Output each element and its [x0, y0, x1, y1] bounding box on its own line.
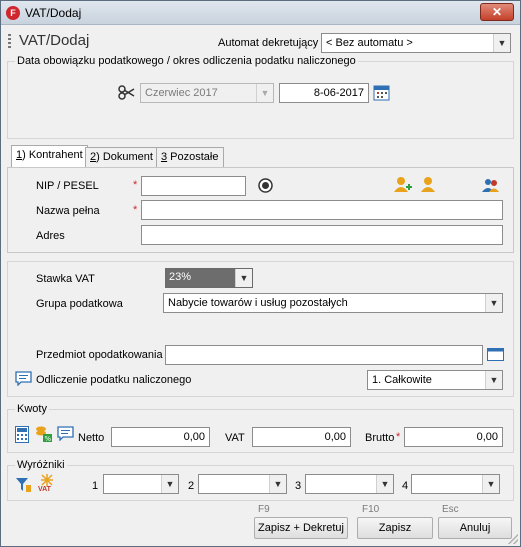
chevron-down-icon[interactable]: ▼ [161, 475, 178, 493]
tab-kontrahent[interactable]: 1) Kontrahent [11, 145, 88, 167]
person-icon[interactable] [420, 176, 436, 196]
required-marker: * [133, 204, 138, 216]
marker-1-select[interactable]: ▼ [103, 474, 179, 494]
vat-amount-field[interactable]: 0,00 [252, 427, 351, 447]
chevron-down-icon[interactable]: ▼ [485, 371, 502, 389]
calendar-icon[interactable] [373, 84, 390, 104]
netto-field[interactable]: 0,00 [111, 427, 210, 447]
title-bar: F VAT/Dodaj ✕ [1, 1, 520, 25]
marker-3-label: 3 [295, 480, 302, 492]
tab-pozostale[interactable]: 3 Pozostałe [156, 147, 224, 167]
page-title: VAT/Dodaj [19, 32, 90, 49]
automat-value: < Bez automatu > [326, 37, 413, 49]
marker-2-label: 2 [188, 480, 195, 492]
tax-group-value: Nabycie towarów i usług pozostałych [168, 297, 348, 309]
subject-field[interactable] [165, 345, 483, 365]
folder-icon[interactable] [487, 347, 504, 364]
period-caption: Data obowiązku podatkowego / okres odlic… [15, 55, 358, 67]
brutto-field[interactable]: 0,00 [404, 427, 503, 447]
cancel-button[interactable]: Anuluj [438, 517, 512, 539]
chevron-down-icon[interactable]: ▼ [269, 475, 286, 493]
add-contractor-icon[interactable] [394, 176, 412, 196]
deduction-select[interactable]: 1. Całkowite ▼ [367, 370, 503, 390]
window-title: VAT/Dodaj [25, 6, 82, 20]
address-field[interactable] [141, 225, 503, 245]
nip-label: NIP / PESEL [36, 180, 99, 192]
resize-grip[interactable] [508, 534, 518, 544]
period-month-value: Czerwiec 2017 [145, 87, 218, 99]
chevron-down-icon[interactable]: ▼ [482, 475, 499, 493]
marker-4-select[interactable]: ▼ [411, 474, 500, 494]
brutto-label: Brutto [365, 432, 395, 444]
save-dekret-shortcut: F9 [258, 504, 270, 515]
amounts-caption: Kwoty [15, 403, 49, 415]
netto-label: Netto [78, 432, 105, 444]
vat-marker-text: VAT [38, 486, 51, 493]
deduction-value: 1. Całkowite [372, 374, 432, 386]
vat-rate-value: 23% [166, 269, 236, 287]
header: VAT/Dodaj Automat dekretujący < Bez auto… [1, 27, 520, 55]
save-shortcut: F10 [362, 504, 380, 515]
radio-target-icon[interactable] [258, 178, 273, 196]
marker-2-select[interactable]: ▼ [198, 474, 287, 494]
nip-field[interactable] [141, 176, 246, 196]
svg-text:%: % [45, 435, 52, 443]
contractors-list-icon[interactable] [482, 178, 500, 196]
cancel-shortcut: Esc [442, 504, 459, 515]
tab-dokument[interactable]: 2) Dokument [85, 147, 158, 167]
save-and-post-button[interactable]: Zapisz + Dekretuj [254, 517, 348, 539]
scissors-icon[interactable] [118, 85, 135, 103]
chevron-down-icon[interactable]: ▼ [493, 34, 510, 52]
name-label: Nazwa pełna [36, 205, 100, 217]
automat-select[interactable]: < Bez automatu > ▼ [321, 33, 511, 53]
tax-group-label: Grupa podatkowa [36, 298, 123, 310]
vat-marker-icon[interactable]: VAT [37, 473, 57, 495]
marker-4-label: 4 [402, 480, 409, 492]
app-logo-icon: F [6, 6, 20, 20]
period-month-select[interactable]: Czerwiec 2017 ▼ [140, 83, 274, 103]
comment-icon[interactable] [15, 371, 32, 389]
subject-label: Przedmiot opodatkowania [36, 349, 163, 361]
calculator-icon[interactable] [15, 426, 29, 446]
required-marker: * [133, 179, 138, 191]
chevron-down-icon[interactable]: ▼ [376, 475, 393, 493]
vat-rate-select[interactable]: 23% ▼ [165, 268, 253, 288]
markers-caption: Wyróżniki [15, 459, 67, 471]
comment-icon[interactable] [57, 426, 74, 444]
automat-label: Automat dekretujący [218, 37, 319, 49]
coins-percent-icon[interactable]: % [35, 425, 53, 446]
date-field[interactable]: 8-06-2017 [279, 83, 369, 103]
close-button[interactable]: ✕ [480, 3, 514, 21]
chevron-down-icon[interactable]: ▼ [256, 84, 273, 102]
vat-rate-label: Stawka VAT [36, 273, 95, 285]
chevron-down-icon[interactable]: ▼ [235, 269, 252, 287]
save-button[interactable]: Zapisz [357, 517, 433, 539]
marker-3-select[interactable]: ▼ [305, 474, 394, 494]
marker-1-label: 1 [92, 480, 99, 492]
tax-group-select[interactable]: Nabycie towarów i usług pozostałych ▼ [163, 293, 503, 313]
deduction-label: Odliczenie podatku naliczonego [36, 374, 192, 386]
vat-add-window: F VAT/Dodaj ✕ VAT/Dodaj Automat dekretuj… [0, 0, 521, 547]
full-name-field[interactable] [141, 200, 503, 220]
filter-icon[interactable] [15, 476, 32, 496]
required-marker: * [396, 431, 401, 443]
drag-grip-icon[interactable] [8, 34, 11, 48]
address-label: Adres [36, 230, 65, 242]
vat-amount-label: VAT [225, 432, 245, 444]
chevron-down-icon[interactable]: ▼ [485, 294, 502, 312]
